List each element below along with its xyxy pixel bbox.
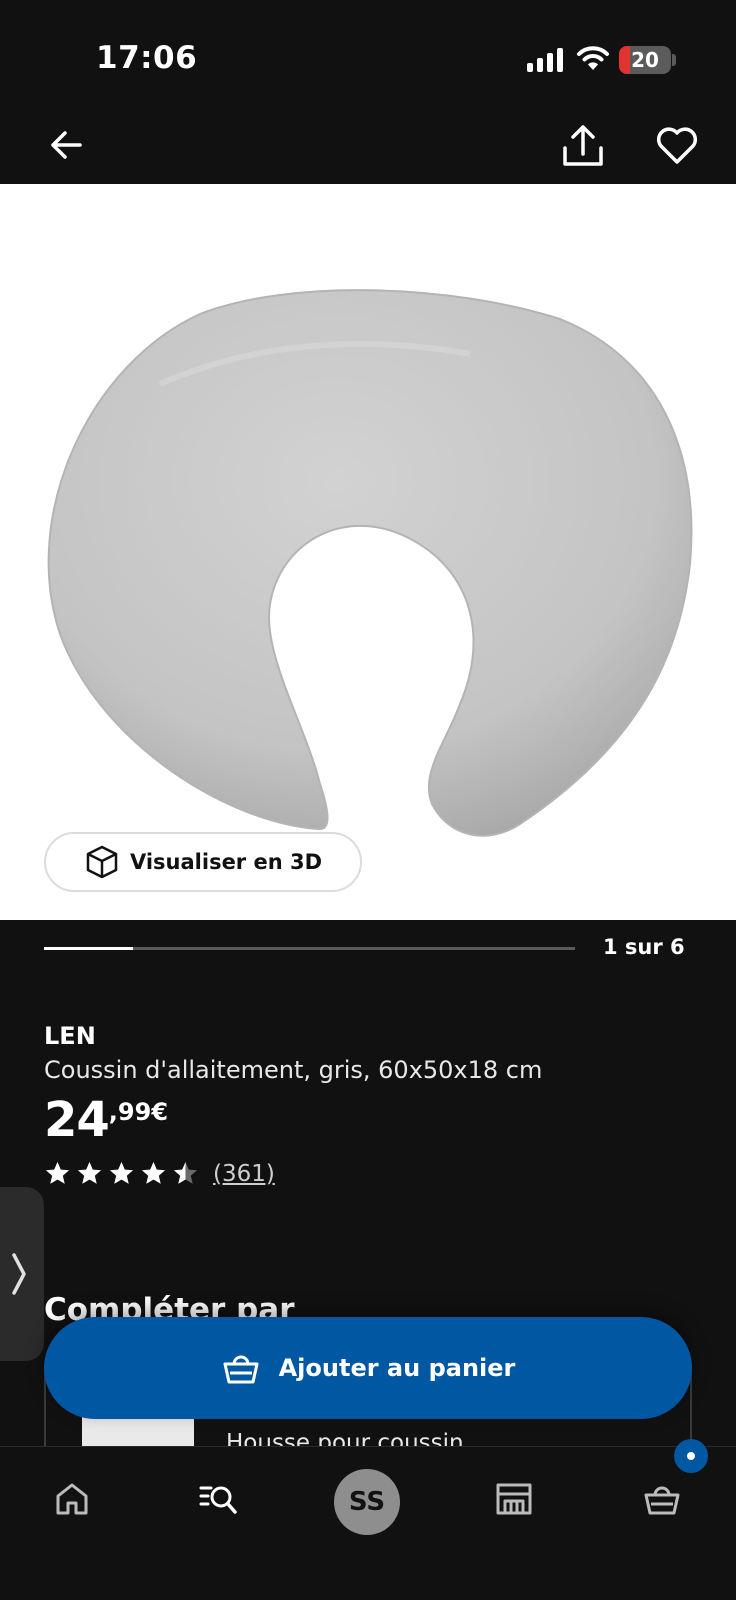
cube-icon [86,845,118,879]
nav-home[interactable] [42,1469,102,1529]
favorite-button[interactable] [654,122,700,168]
complementary-product-image [82,1414,194,1450]
add-to-cart-button[interactable]: Ajouter au panier [44,1317,692,1419]
price-decimal: ,99€ [108,1098,169,1126]
product-image [47,289,693,837]
signal-icon [527,48,565,72]
side-panel-handle[interactable] [0,1187,44,1361]
product-rating[interactable]: (361) [44,1160,275,1187]
status-bar: 17:06 20 [0,0,736,110]
star-icon [110,1162,133,1184]
nav-cart[interactable] [632,1469,692,1529]
chevron-right-icon [12,1253,26,1295]
back-button[interactable] [44,122,90,168]
cart-badge [674,1439,708,1473]
battery-level: 20 [631,48,659,72]
share-button[interactable] [560,120,606,170]
star-icon [142,1162,165,1184]
search-list-icon [199,1486,237,1514]
star-icon [174,1162,197,1184]
share-icon [563,125,603,166]
rating-stars [44,1160,199,1187]
view-3d-button[interactable]: Visualiser en 3D [44,832,362,892]
nav-stores[interactable] [484,1469,544,1529]
add-to-cart-label: Ajouter au panier [278,1354,516,1382]
nav-profile-avatar[interactable]: SS [334,1469,400,1535]
product-image-carousel[interactable]: Visualiser en 3D [0,184,736,920]
bottom-nav: SS [0,1439,736,1600]
carousel-progress [44,947,575,950]
product-description: Coussin d'allaitement, gris, 60x50x18 cm [44,1056,543,1084]
home-icon [56,1483,88,1515]
product-price: 24 ,99€ [44,1092,168,1148]
status-time: 17:06 [96,40,198,76]
heart-icon [656,127,698,164]
arrow-left-icon [51,131,82,159]
carousel-progress-fill [44,947,133,950]
battery-indicator: 20 [619,46,671,74]
product-brand: LEN [44,1022,96,1050]
carousel-counter: 1 sur 6 [603,935,685,959]
battery-tip [672,54,676,66]
basket-icon [644,1486,680,1515]
price-integer: 24 [44,1092,110,1148]
star-icon [78,1162,101,1184]
view-3d-label: Visualiser en 3D [129,850,323,874]
top-nav [0,110,736,184]
star-icon [46,1162,69,1184]
nav-search[interactable] [188,1469,248,1529]
store-icon [496,1483,532,1515]
review-count-link[interactable]: (361) [213,1161,275,1187]
wifi-icon [577,46,609,70]
basket-icon [223,1355,259,1384]
